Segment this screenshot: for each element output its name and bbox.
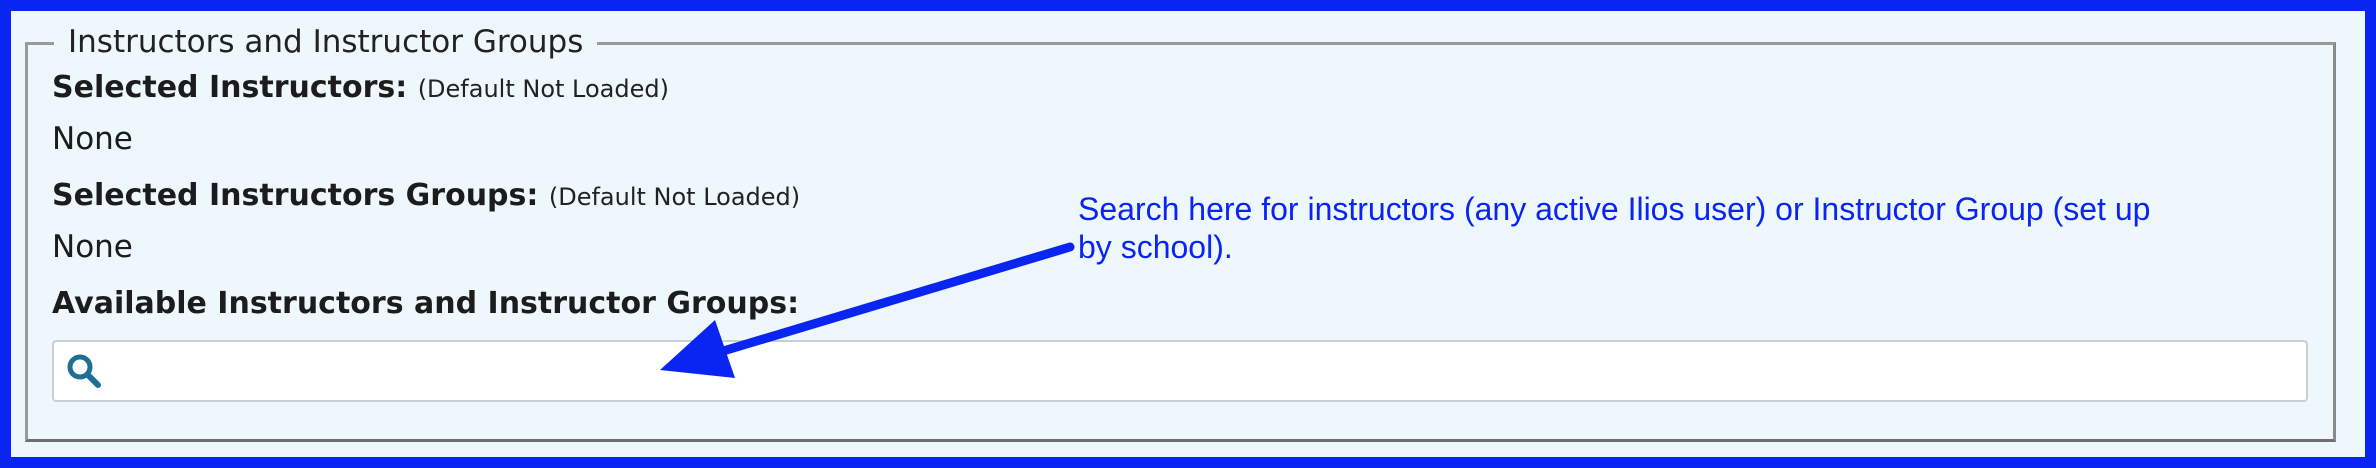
selected-groups-note: (Default Not Loaded) (548, 183, 801, 211)
selected-instructors-value: None (52, 121, 133, 157)
selected-instructors-note: (Default Not Loaded) (417, 75, 669, 103)
selected-groups-value: None (52, 229, 133, 265)
fieldset-legend: Instructors and Instructor Groups (54, 22, 598, 62)
selected-groups-label: Selected Instructors Groups: (52, 178, 539, 213)
selected-instructors-heading: Selected Instructors: (Default Not Loade… (52, 70, 669, 105)
search-input[interactable] (112, 348, 2296, 396)
available-label: Available Instructors and Instructor Gro… (52, 286, 800, 321)
annotation-callout: Search here for instructors (any active … (1078, 191, 2151, 265)
search-icon (64, 351, 104, 391)
available-heading: Available Instructors and Instructor Gro… (52, 286, 799, 321)
selected-instructors-label: Selected Instructors: (52, 70, 408, 105)
selected-groups-heading: Selected Instructors Groups: (Default No… (52, 178, 800, 213)
instructor-search-box[interactable] (52, 340, 2308, 402)
